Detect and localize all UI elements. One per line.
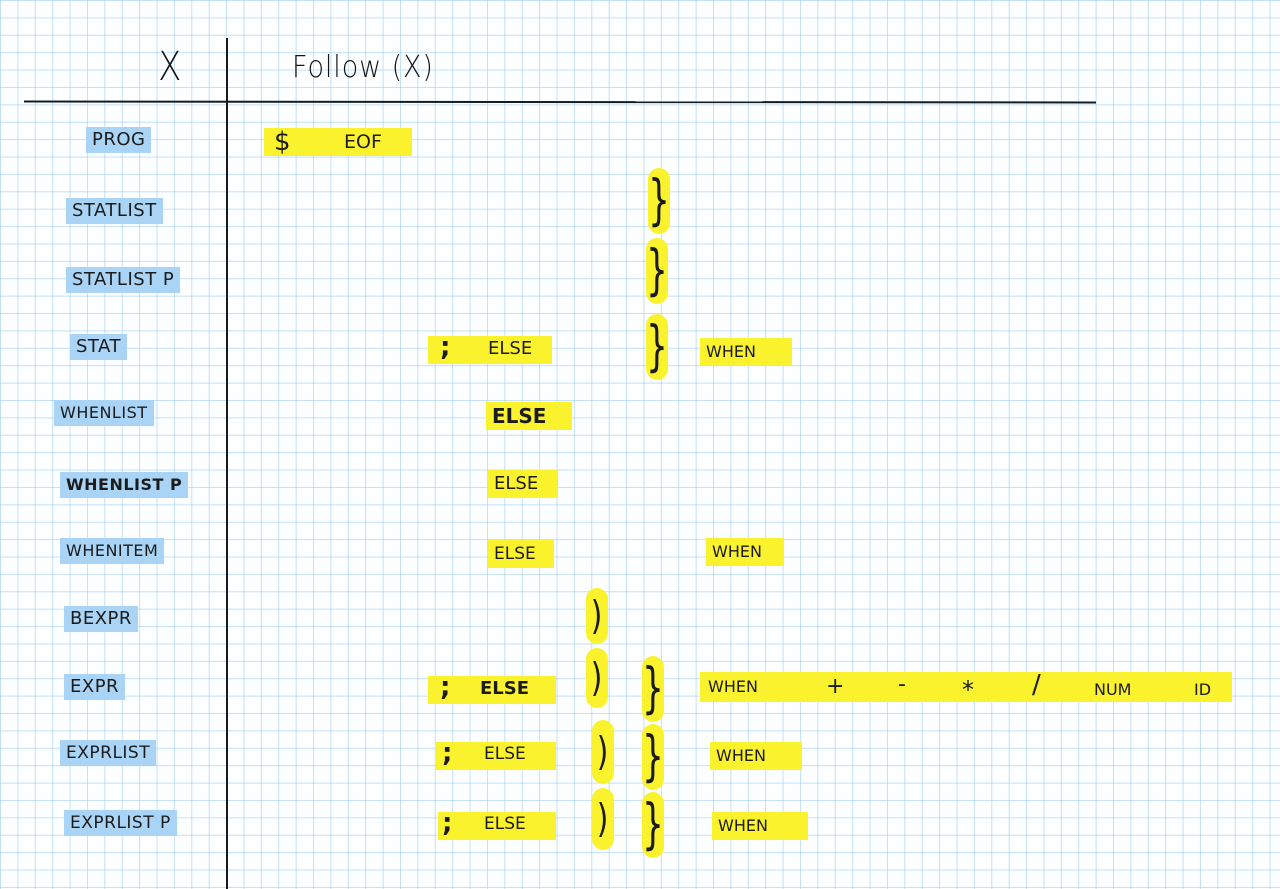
follow-stat-else: ELSE	[488, 338, 533, 359]
table-column-divider	[226, 38, 228, 889]
follow-exprlist-when: WHEN	[710, 742, 802, 770]
nonterminal-prog: PROG	[86, 127, 152, 153]
follow-exprlistp-rbrace: }	[642, 792, 664, 858]
follow-expr-else: ELSE	[480, 678, 530, 699]
nonterminal-statlist: STATLIST	[66, 198, 163, 224]
follow-statlist-rbrace: }	[648, 168, 670, 234]
follow-prog-eof: EOF	[344, 131, 382, 153]
follow-exprlist-semicolon: ;	[442, 738, 453, 768]
follow-expr-num: NUM	[1094, 680, 1132, 699]
follow-exprlistp-when: WHEN	[712, 812, 808, 840]
nonterminal-whenlistp: WHENLIST P	[60, 472, 189, 498]
nonterminal-exprlist: EXPRLIST	[60, 740, 157, 766]
follow-expr-minus: -	[898, 672, 906, 697]
follow-stat-semicolon: ;	[440, 332, 451, 362]
nonterminal-whenitem: WHENITEM	[60, 538, 165, 564]
follow-whenitem-else: ELSE	[488, 540, 554, 568]
follow-expr-times: *	[962, 676, 974, 704]
follow-stat-rbrace: }	[646, 314, 668, 380]
follow-whenitem-when: WHEN	[706, 538, 784, 566]
nonterminal-exprlistp: EXPRLIST P	[64, 810, 177, 836]
follow-whenlist-else: ELSE	[486, 402, 572, 430]
follow-expr-rbrace: }	[642, 656, 664, 722]
follow-prog-dollar: $	[274, 127, 291, 157]
column-header-x: X	[158, 44, 183, 90]
follow-expr-id: ID	[1194, 680, 1212, 699]
nonterminal-whenlist: WHENLIST	[54, 400, 154, 426]
nonterminal-bexpr: BEXPR	[64, 606, 138, 632]
follow-exprlistp-else: ELSE	[484, 814, 526, 834]
follow-expr-plus: +	[826, 674, 845, 699]
follow-expr-when: WHEN	[708, 677, 758, 696]
follow-exprlist-rbrace: }	[642, 724, 664, 790]
follow-expr-divide: /	[1032, 670, 1041, 700]
nonterminal-stat: STAT	[70, 334, 127, 360]
follow-exprlist-rparen: )	[592, 720, 614, 784]
table-header-divider	[23, 100, 1097, 104]
follow-expr-semicolon: ;	[440, 672, 451, 702]
nonterminal-expr: EXPR	[64, 674, 126, 700]
column-header-follow: Follow (X)	[292, 50, 434, 85]
follow-statlistp-rbrace: }	[646, 238, 668, 304]
nonterminal-statlistp: STATLIST P	[66, 267, 181, 293]
follow-bexpr-rparen: )	[586, 588, 608, 644]
follow-stat-when: WHEN	[700, 338, 792, 366]
notebook-page: X Follow (X) PROG STATLIST STATLIST P ST…	[0, 0, 1280, 889]
follow-exprlistp-semicolon: ;	[442, 808, 453, 838]
follow-whenlistp-else: ELSE	[488, 470, 558, 498]
follow-exprlistp-rparen: )	[592, 788, 614, 850]
follow-expr-rparen: )	[586, 648, 608, 708]
follow-exprlist-else: ELSE	[484, 744, 526, 764]
